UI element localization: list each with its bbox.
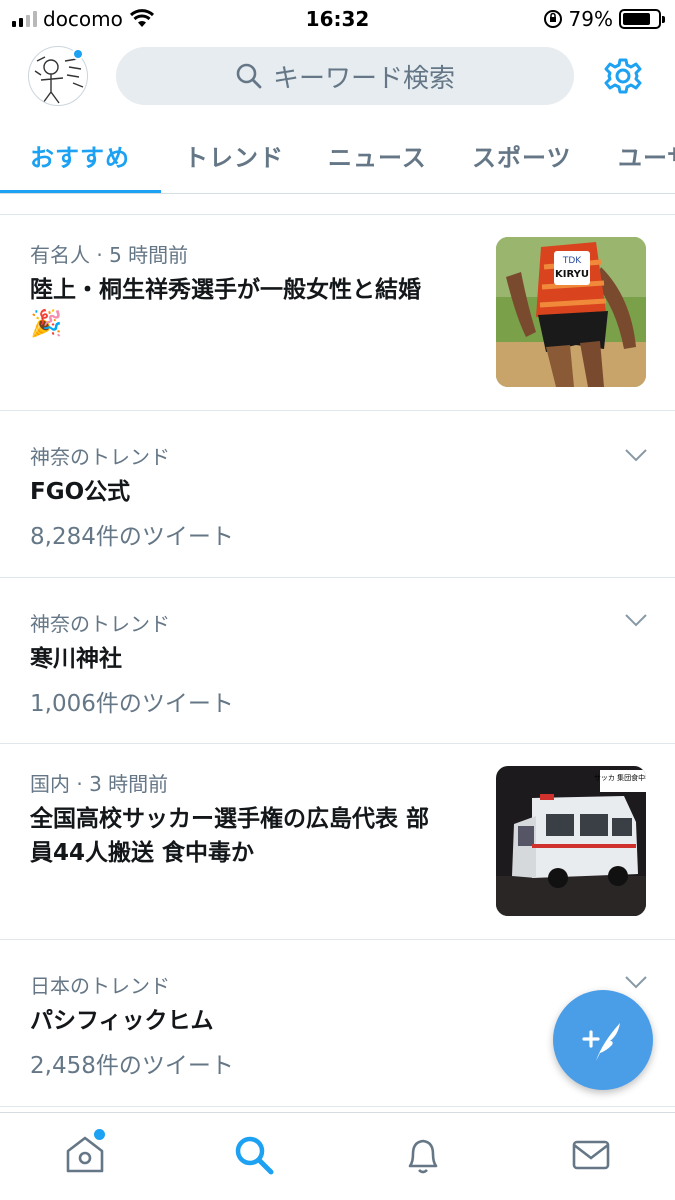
carrier-name: docomo [43, 7, 123, 31]
active-tab-indicator [0, 190, 161, 193]
tab-recommended[interactable]: おすすめ [30, 138, 130, 173]
explore-search-icon[interactable] [232, 1133, 276, 1177]
status-bar: docomo 16:32 79% [0, 0, 675, 38]
notification-dot [72, 48, 84, 60]
chevron-down-icon[interactable] [624, 447, 648, 463]
battery-percent: 79% [568, 7, 613, 31]
home-notification-dot [94, 1129, 105, 1140]
tweet-count: 8,284件のツイート [30, 524, 234, 550]
search-icon [236, 63, 262, 89]
bottom-nav [0, 1112, 675, 1200]
bell-icon[interactable] [401, 1133, 445, 1177]
tweet-count: 2,458件のツイート [30, 1053, 234, 1079]
thumb-caption: サッカ 集団食中毒 [594, 773, 646, 782]
news-item[interactable]: 国内 · 3 時間前 全国高校サッカー選手権の広島代表 部員44人搬送 食中毒か… [0, 744, 675, 940]
compose-tweet-button[interactable] [553, 990, 653, 1090]
tab-sports[interactable]: スポーツ [472, 138, 572, 173]
wifi-icon [129, 9, 154, 27]
tab-news[interactable]: ニュース [328, 138, 427, 173]
item-meta: 神奈のトレンド [30, 445, 170, 469]
tab-trends[interactable]: トレンド [184, 138, 284, 173]
athlete-thumbnail: TDK KIRYU [496, 237, 646, 387]
item-title: FGO公式 [30, 479, 131, 505]
battery-icon [619, 9, 665, 29]
tweet-count: 1,006件のツイート [30, 691, 234, 717]
item-meta: 有名人 · 5 時間前 [30, 243, 189, 267]
svg-text:KIRYU: KIRYU [555, 269, 589, 280]
search-input[interactable]: キーワード検索 [116, 47, 574, 105]
chevron-down-icon[interactable] [624, 612, 648, 628]
tab-users[interactable]: ユーザ [618, 138, 675, 173]
party-popper-icon: 🎉 [30, 309, 63, 339]
explore-tabs: おすすめ トレンド ニュース スポーツ ユーザ [0, 114, 675, 194]
item-title: パシフィックヒム [30, 1008, 214, 1034]
trend-item[interactable]: 神奈のトレンド 寒川神社 1,006件のツイート [0, 578, 675, 744]
item-title: 全国高校サッカー選手権の広島代表 部員44人搬送 食中毒か [30, 806, 430, 866]
item-meta: 神奈のトレンド [30, 612, 170, 636]
item-title: 寒川神社 [30, 646, 122, 672]
gear-icon[interactable] [603, 56, 643, 96]
svg-text:TDK: TDK [562, 256, 582, 266]
mail-icon[interactable] [569, 1133, 613, 1177]
news-item[interactable]: 有名人 · 5 時間前 陸上・桐生祥秀選手が一般女性と結婚 🎉 TDK KIRYU [0, 215, 675, 411]
header: キーワード検索 [0, 38, 675, 114]
trend-item[interactable]: 神奈のトレンド FGO公式 8,284件のツイート [0, 411, 675, 578]
item-meta: 国内 · 3 時間前 [30, 772, 169, 796]
compose-icon [582, 1023, 620, 1061]
orientation-lock-icon [543, 10, 562, 28]
ambulance-thumbnail: サッカ 集団食中毒 [496, 766, 646, 916]
item-meta: 日本のトレンド [30, 974, 170, 998]
signal-icon [12, 11, 37, 27]
item-title: 陸上・桐生祥秀選手が一般女性と結婚 🎉 [30, 277, 421, 339]
search-placeholder: キーワード検索 [272, 63, 455, 94]
chevron-down-icon[interactable] [624, 974, 648, 990]
